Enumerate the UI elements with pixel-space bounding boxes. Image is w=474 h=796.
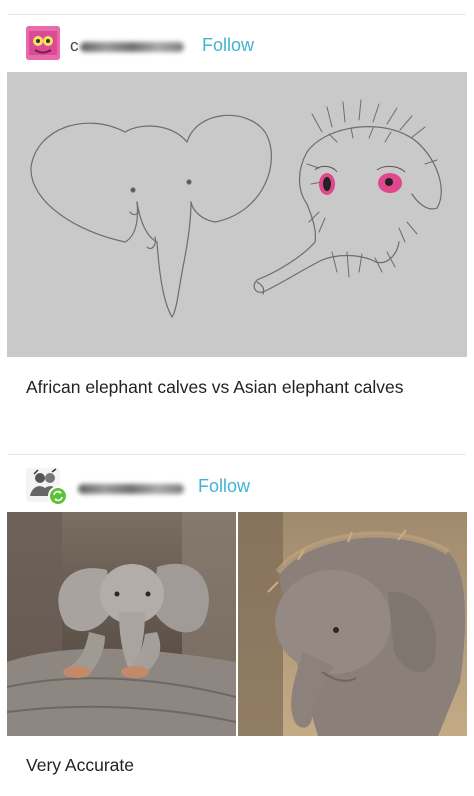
post-caption: Very Accurate — [26, 755, 134, 775]
reblog-badge-icon — [48, 486, 68, 506]
post-divider — [8, 454, 466, 455]
elephant-sketch-drawing — [30, 99, 442, 319]
post-header: c Follow — [0, 26, 474, 66]
follow-button[interactable]: Follow — [198, 476, 250, 497]
pink-mask-icon — [26, 26, 60, 60]
reblog-header: Follow — [0, 468, 474, 508]
asian-calf-photo — [238, 512, 467, 736]
top-divider — [8, 14, 466, 15]
blog-avatar[interactable] — [26, 26, 60, 60]
username-initial[interactable]: c — [70, 36, 79, 56]
post-caption: African elephant calves vs Asian elephan… — [26, 377, 404, 397]
blurred-username[interactable] — [80, 42, 184, 52]
blurred-username[interactable] — [78, 484, 184, 494]
african-calf-photo — [7, 512, 236, 736]
follow-button[interactable]: Follow — [202, 35, 254, 56]
pink-eyes — [314, 165, 406, 195]
post-image-sketch — [7, 72, 467, 357]
